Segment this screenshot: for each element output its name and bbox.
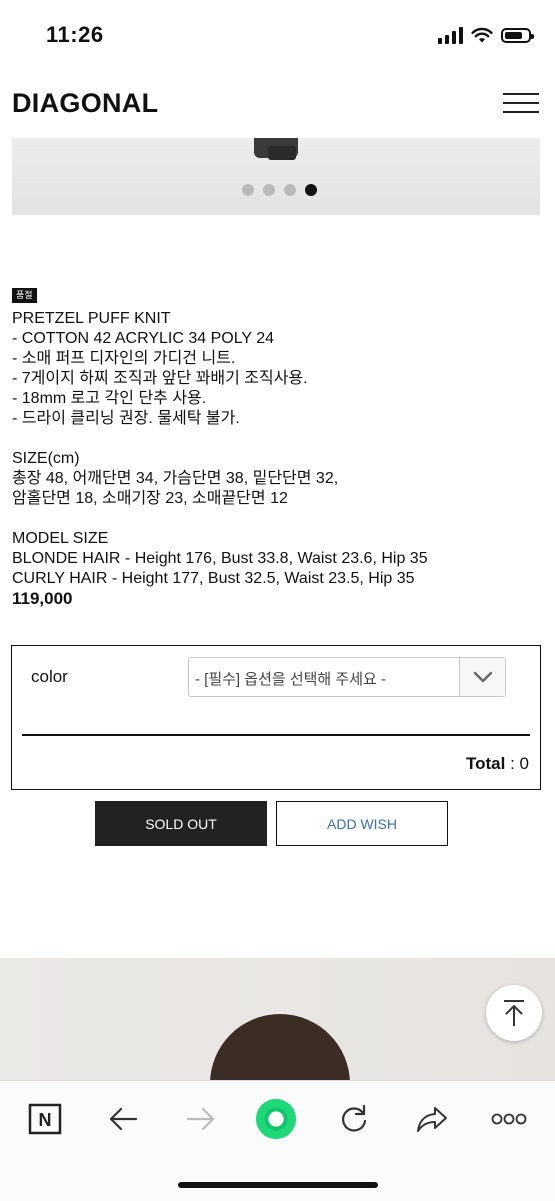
size-line: 암홀단면 18, 소매기장 23, 소매끝단면 12 bbox=[12, 490, 288, 507]
home-indicator bbox=[178, 1182, 378, 1188]
total-price: Total : 0 bbox=[466, 754, 529, 774]
forward-arrow-icon[interactable] bbox=[179, 1097, 223, 1141]
hamburger-menu-icon[interactable] bbox=[503, 93, 539, 115]
back-arrow-icon[interactable] bbox=[101, 1097, 145, 1141]
naver-home-icon[interactable]: N bbox=[23, 1097, 67, 1141]
total-value: 0 bbox=[519, 754, 529, 773]
detail-line: - 7게이지 하찌 조직과 앞단 꽈배기 조직사용. bbox=[12, 370, 308, 387]
color-option-label: color bbox=[31, 667, 68, 686]
color-select-value: - [필수] 옵션을 선택해 주세요 - bbox=[195, 671, 386, 688]
carousel-dot[interactable] bbox=[284, 184, 296, 196]
status-time: 11:26 bbox=[46, 22, 104, 47]
model-size-line: BLONDE HAIR - Height 176, Bust 33.8, Wai… bbox=[12, 550, 428, 567]
carousel-dot-active[interactable] bbox=[305, 184, 317, 196]
wifi-icon bbox=[471, 27, 493, 42]
divider bbox=[22, 734, 530, 736]
product-image-carousel[interactable] bbox=[12, 138, 540, 215]
product-name: PRETZEL PUFF KNIT bbox=[12, 310, 171, 327]
carousel-dots bbox=[242, 184, 317, 196]
size-line: 총장 48, 어깨단면 34, 가슴단면 38, 밑단단면 32, bbox=[12, 470, 339, 487]
carousel-dot[interactable] bbox=[242, 184, 254, 196]
share-icon[interactable] bbox=[410, 1097, 454, 1141]
product-description: PRETZEL PUFF KNIT - COTTON 42 ACRYLIC 34… bbox=[12, 309, 542, 609]
sold-out-button[interactable]: SOLD OUT bbox=[95, 801, 267, 846]
arrow-up-icon bbox=[504, 1000, 524, 1026]
carousel-dot[interactable] bbox=[263, 184, 275, 196]
color-select[interactable]: - [필수] 옵션을 선택해 주세요 - bbox=[188, 657, 506, 697]
product-price: 119,000 bbox=[12, 589, 73, 608]
status-bar: 11:26 bbox=[0, 0, 555, 70]
option-box: color - [필수] 옵션을 선택해 주세요 - Total : 0 bbox=[11, 645, 541, 790]
size-title: SIZE(cm) bbox=[12, 450, 80, 467]
model-size-line: CURLY HAIR - Height 177, Bust 32.5, Wais… bbox=[12, 570, 415, 587]
scroll-to-top-button[interactable] bbox=[486, 985, 542, 1041]
add-wish-button[interactable]: ADD WISH bbox=[276, 801, 448, 846]
model-size-title: MODEL SIZE bbox=[12, 530, 109, 547]
detail-line: - 드라이 클리닝 권장. 물세탁 불가. bbox=[12, 410, 240, 427]
total-label: Total bbox=[466, 754, 506, 773]
svg-text:N: N bbox=[39, 1110, 52, 1130]
detail-line: - COTTON 42 ACRYLIC 34 POLY 24 bbox=[12, 330, 275, 347]
chevron-down-icon[interactable] bbox=[459, 658, 505, 696]
product-photo bbox=[0, 958, 555, 1080]
status-icons bbox=[438, 24, 534, 46]
detail-line: - 소매 퍼프 디자인의 가디건 니트. bbox=[12, 350, 236, 367]
sold-out-badge: 품절 bbox=[12, 288, 37, 303]
brand-logo[interactable]: DIAGONAL bbox=[12, 88, 158, 119]
more-options-icon[interactable] bbox=[487, 1097, 531, 1141]
refresh-icon[interactable] bbox=[332, 1097, 376, 1141]
battery-icon bbox=[501, 27, 534, 43]
detail-line: - 18mm 로고 각인 단추 사용. bbox=[12, 390, 207, 407]
signal-icon bbox=[438, 26, 463, 44]
green-dot-home-icon[interactable] bbox=[254, 1097, 298, 1141]
total-separator: : bbox=[505, 754, 520, 773]
